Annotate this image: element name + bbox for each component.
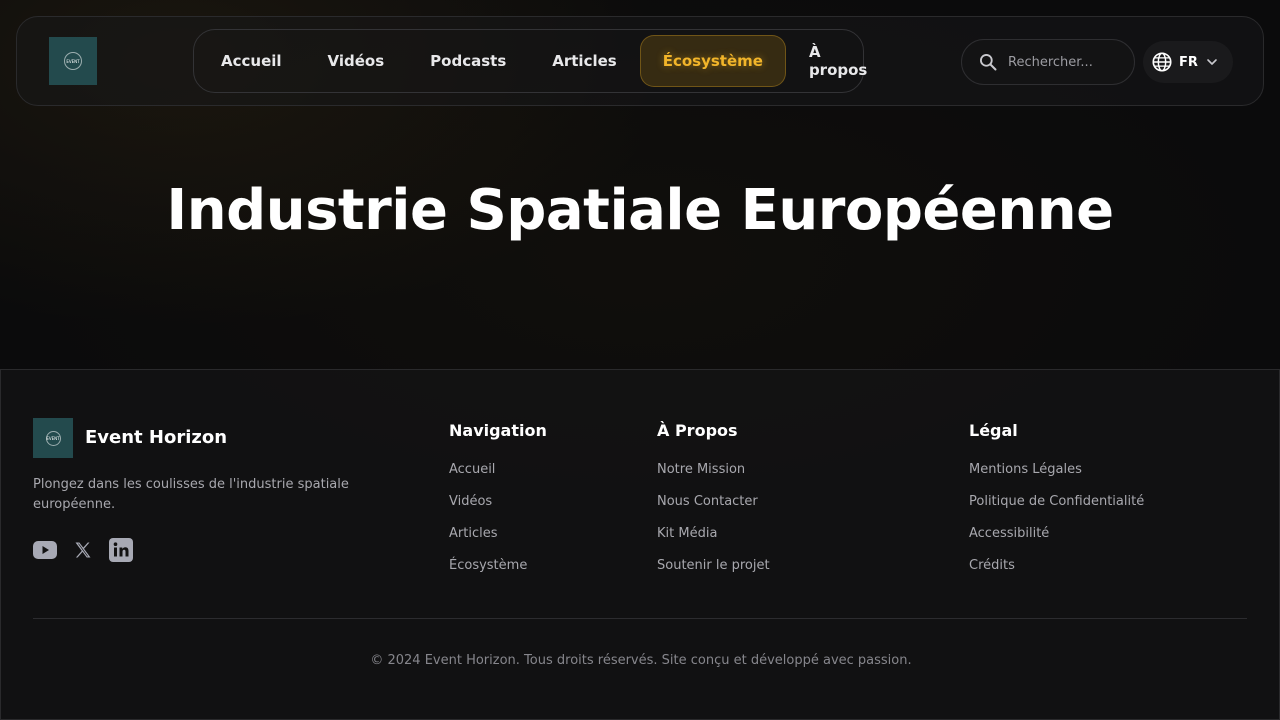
site-logo[interactable]: EVENT [49,37,97,85]
nav-item-articles[interactable]: Articles [529,35,639,87]
footer-link-mentions-legales[interactable]: Mentions Légales [969,454,1144,486]
search-icon [980,54,997,71]
footer-col-title: Navigation [449,421,547,440]
footer-brand-description: Plongez dans les coulisses de l'industri… [33,477,349,512]
footer-link-soutenir[interactable]: Soutenir le projet [657,550,770,582]
footer-logo-text: EVENT [46,435,60,441]
site-footer: EVENT Event Horizon Plongez dans les cou… [0,369,1280,720]
nav-item-videos[interactable]: Vidéos [305,35,408,87]
footer-col-title: À Propos [657,421,738,440]
nav-item-accueil[interactable]: Accueil [198,35,305,87]
footer-link-articles[interactable]: Articles [449,518,547,550]
footer-link-credits[interactable]: Crédits [969,550,1144,582]
page-title: Industrie Spatiale Européenne [166,178,1114,243]
footer-col-title: Légal [969,421,1018,440]
social-links [33,538,133,562]
footer-link-accueil[interactable]: Accueil [449,454,547,486]
linkedin-icon[interactable] [109,538,133,562]
nav-item-ecosysteme[interactable]: Écosystème [639,35,786,87]
footer-logo[interactable]: EVENT [33,418,73,458]
search-box[interactable] [961,39,1135,85]
main-nav: Accueil Vidéos Podcasts Articles Écosyst… [193,29,867,93]
footer-brand-name: Event Horizon [85,427,228,448]
search-input[interactable] [1008,54,1118,70]
nav-item-a-propos[interactable]: À propos [786,35,890,87]
footer-logo-mark: EVENT [45,430,61,446]
site-header: EVENT Accueil Vidéos Podcasts Articles É… [16,16,1264,106]
copyright-text: © 2024 Event Horizon. Tous droits réserv… [370,653,912,668]
footer-link-nous-contacter[interactable]: Nous Contacter [657,486,770,518]
footer-col-a-propos: À Propos Notre Mission Nous Contacter Ki… [657,421,770,588]
language-selector[interactable]: FR [1143,41,1233,83]
globe-icon [1152,52,1172,72]
footer-col-navigation: Navigation Accueil Vidéos Articles Écosy… [449,421,547,588]
footer-col-legal: Légal Mentions Légales Politique de Conf… [969,421,1144,588]
language-label: FR [1179,54,1198,70]
x-icon[interactable] [71,538,95,562]
footer-link-kit-media[interactable]: Kit Média [657,518,770,550]
chevron-down-icon [1207,59,1217,65]
footer-link-notre-mission[interactable]: Notre Mission [657,454,770,486]
logo-text: EVENT [66,58,80,64]
nav-item-podcasts[interactable]: Podcasts [407,35,529,87]
footer-link-ecosysteme[interactable]: Écosystème [449,550,547,582]
youtube-icon[interactable] [33,538,57,562]
footer-link-accessibilite[interactable]: Accessibilité [969,518,1144,550]
footer-divider [33,618,1247,619]
footer-link-confidentialite[interactable]: Politique de Confidentialité [969,486,1144,518]
footer-link-videos[interactable]: Vidéos [449,486,547,518]
logo-mark: EVENT [64,52,82,70]
